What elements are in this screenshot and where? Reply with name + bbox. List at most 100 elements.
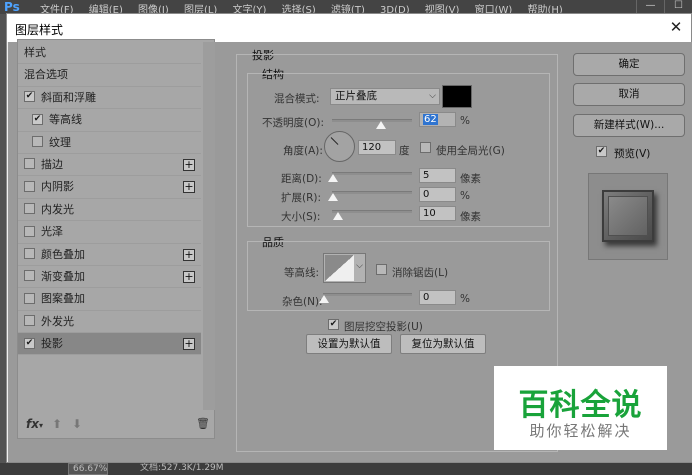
move-down-icon[interactable]: ⬇ (72, 417, 82, 431)
new-style-button[interactable]: 新建样式(W)... (573, 114, 685, 137)
style-item-label: 描边 (41, 157, 63, 171)
style-item[interactable]: ✔ 斜面和浮雕 (18, 87, 201, 110)
opacity-slider-thumb[interactable] (376, 121, 386, 129)
ok-button[interactable]: 确定 (573, 53, 685, 76)
style-item[interactable]: 图案叠加 (18, 288, 201, 311)
noise-unit: % (460, 293, 470, 305)
watermark-subtitle: 助你轻松解决 (529, 422, 632, 440)
style-item-label: 斜面和浮雕 (41, 90, 96, 104)
spread-slider-thumb[interactable] (328, 193, 338, 201)
style-item-checkbox[interactable]: ✔ (24, 337, 35, 349)
styles-list-toolbar: fx▾ ⬆ ⬇ 🗑 (22, 414, 210, 436)
spread-input[interactable]: 0 (419, 187, 456, 202)
style-item[interactable]: 描边 + (18, 154, 201, 177)
style-item[interactable]: 内发光 (18, 199, 201, 222)
watermark-title: 百科全说 (518, 388, 643, 423)
opacity-slider-track[interactable] (332, 119, 412, 122)
document-info: 文档:527.3K/1.29M (140, 463, 224, 473)
move-up-icon[interactable]: ⬆ (52, 417, 62, 431)
angle-input[interactable]: 120 (358, 140, 396, 155)
style-item-checkbox[interactable] (24, 315, 35, 327)
window-buttons: — ☐ (636, 0, 692, 14)
add-effect-icon[interactable]: + (183, 181, 195, 194)
add-effect-icon[interactable]: + (183, 158, 195, 171)
style-item-checkbox[interactable] (24, 158, 35, 170)
opacity-label: 不透明度(O): (262, 117, 324, 129)
opacity-unit: % (460, 115, 470, 127)
style-item-label: 内发光 (41, 202, 74, 216)
style-item-label: 光泽 (41, 225, 63, 239)
style-item[interactable]: 外发光 (18, 311, 201, 334)
style-item-checkbox[interactable] (24, 292, 35, 304)
style-item-label: 投影 (41, 337, 63, 351)
style-item[interactable]: 纹理 (18, 132, 201, 154)
photoshop-logo: Ps (4, 0, 20, 14)
opacity-input[interactable]: 62 (419, 112, 456, 127)
make-default-button[interactable]: 设置为默认值 (306, 334, 392, 354)
knockout-checkbox[interactable]: ✔ (328, 319, 339, 330)
preview-checkbox[interactable]: ✔ (596, 146, 607, 157)
chevron-down-icon: ⌵ (429, 91, 436, 101)
close-icon[interactable]: ✕ (667, 18, 685, 36)
distance-label: 距离(D): (281, 173, 322, 185)
distance-slider-thumb[interactable] (328, 174, 338, 182)
style-item-label: 纹理 (49, 135, 71, 149)
angle-dial[interactable] (324, 131, 355, 162)
cancel-button[interactable]: 取消 (573, 83, 685, 106)
distance-unit: 像素 (460, 173, 481, 185)
zoom-field[interactable]: 66.67% (68, 463, 108, 475)
watermark: 百科全说 助你轻松解决 (494, 366, 667, 450)
style-item-checkbox[interactable] (32, 136, 43, 148)
minimize-button[interactable]: — (636, 0, 664, 14)
contour-picker[interactable]: ⌵ (323, 253, 366, 283)
style-item-checkbox[interactable] (24, 203, 35, 215)
trash-icon[interactable]: 🗑 (196, 417, 210, 430)
style-item-checkbox[interactable] (24, 248, 35, 260)
shadow-color-swatch[interactable] (442, 85, 472, 108)
style-item[interactable]: ✔ 等高线 (18, 109, 201, 132)
dialog-titlebar: 图层样式 ✕ (7, 14, 691, 42)
reset-default-button[interactable]: 复位为默认值 (400, 334, 486, 354)
angle-unit: 度 (399, 145, 410, 157)
add-effect-icon[interactable]: + (183, 248, 195, 261)
global-light-label: 使用全局光(G) (436, 145, 505, 157)
size-slider-thumb[interactable] (333, 212, 343, 220)
style-item[interactable]: 样式 (18, 42, 201, 65)
styles-list: 样式 混合选项 ✔ 斜面和浮雕 ✔ 等高线 纹理 描边 + 内阴影 + 内发光 光泽 颜色叠加 + 渐变叠加 +… (18, 42, 201, 356)
contour-label: 等高线: (284, 267, 320, 279)
style-item[interactable]: 内阴影 + (18, 176, 201, 199)
style-item[interactable]: 渐变叠加 + (18, 266, 201, 289)
distance-input[interactable]: 5 (419, 168, 456, 183)
style-item[interactable]: 混合选项 (18, 64, 201, 87)
maximize-button[interactable]: ☐ (664, 0, 692, 14)
fx-icon: fx (26, 417, 39, 431)
style-item-checkbox[interactable]: ✔ (24, 91, 35, 103)
style-item[interactable]: 光泽 (18, 221, 201, 244)
spread-slider-track[interactable] (332, 191, 412, 194)
fx-menu-button[interactable]: fx▾ (26, 417, 43, 431)
anti-alias-checkbox[interactable] (376, 264, 387, 275)
style-item-checkbox[interactable] (24, 225, 35, 237)
add-effect-icon[interactable]: + (183, 338, 195, 351)
global-light-checkbox[interactable] (420, 142, 431, 153)
noise-slider-thumb[interactable] (319, 295, 329, 303)
anti-alias-label: 消除锯齿(L) (392, 267, 449, 279)
style-item[interactable]: ✔ 投影 + (18, 333, 201, 356)
style-item-checkbox[interactable]: ✔ (32, 113, 43, 125)
dialog-title: 图层样式 (15, 23, 64, 37)
angle-label: 角度(A): (283, 145, 323, 157)
styles-list-panel: 样式 混合选项 ✔ 斜面和浮雕 ✔ 等高线 纹理 描边 + 内阴影 + 内发光 光泽 颜色叠加 + 渐变叠加 +… (17, 39, 215, 439)
noise-slider-track[interactable] (323, 293, 412, 296)
styles-list-scrollbar[interactable] (203, 42, 215, 410)
noise-input[interactable]: 0 (419, 290, 456, 305)
style-item[interactable]: 颜色叠加 + (18, 244, 201, 266)
size-slider-track[interactable] (332, 210, 412, 213)
add-effect-icon[interactable]: + (183, 270, 195, 283)
contour-icon (325, 255, 354, 281)
spread-label: 扩展(R): (281, 192, 322, 204)
style-item-checkbox[interactable] (24, 270, 35, 282)
blend-mode-select[interactable]: 正片叠底 ⌵ (330, 88, 440, 105)
style-item-checkbox[interactable] (24, 180, 35, 192)
distance-slider-track[interactable] (332, 172, 412, 175)
size-input[interactable]: 10 (419, 206, 456, 221)
